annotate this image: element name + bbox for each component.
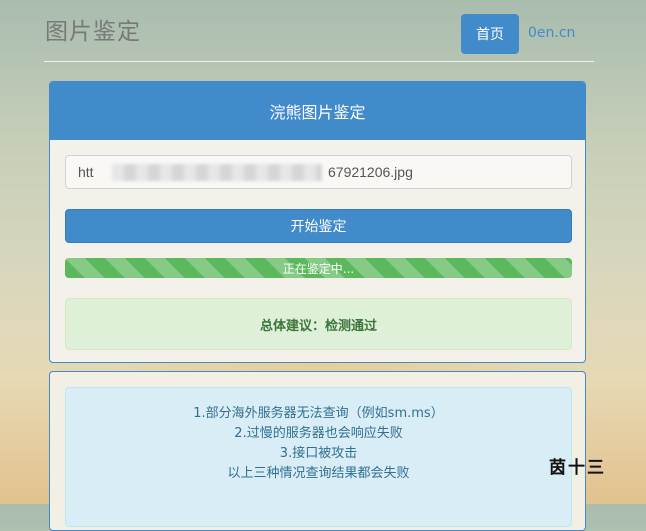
identify-panel: 浣熊图片鉴定 htt 67921206.jpg 开始鉴定 正在鉴定中... 总体… (49, 81, 586, 363)
notice-line: 3.接口被攻击 (279, 446, 358, 461)
progress-bar: 正在鉴定中... (65, 258, 572, 278)
notice-line: 以上三种情况查询结果都会失败 (227, 466, 410, 481)
redacted-url-segment (112, 164, 322, 181)
url-suffix: 67921206.jpg (328, 164, 413, 180)
nav-home-button[interactable]: 首页 (461, 14, 519, 54)
notice-line: 1.部分海外服务器无法查询（例如sm.ms） (193, 406, 444, 421)
nav-site-link[interactable]: 0en.cn (528, 25, 575, 41)
watermark: 茵十三 (549, 458, 606, 478)
result-alert: 总体建议：检测通过 (65, 298, 572, 350)
progress-track: 正在鉴定中... (65, 258, 572, 278)
notice-line: 2.过慢的服务器也会响应失败 (234, 426, 403, 441)
image-url-input[interactable]: htt 67921206.jpg (65, 155, 572, 189)
notice-panel: 1.部分海外服务器无法查询（例如sm.ms） 2.过慢的服务器也会响应失败 3.… (49, 371, 586, 531)
notice-alert: 1.部分海外服务器无法查询（例如sm.ms） 2.过慢的服务器也会响应失败 3.… (65, 387, 572, 527)
panel-title: 浣熊图片鉴定 (50, 82, 585, 140)
start-identify-button[interactable]: 开始鉴定 (65, 209, 572, 243)
top-navbar: 图片鉴定 首页 0en.cn (44, 0, 594, 62)
url-prefix: htt (78, 164, 94, 180)
site-brand[interactable]: 图片鉴定 (45, 12, 141, 46)
